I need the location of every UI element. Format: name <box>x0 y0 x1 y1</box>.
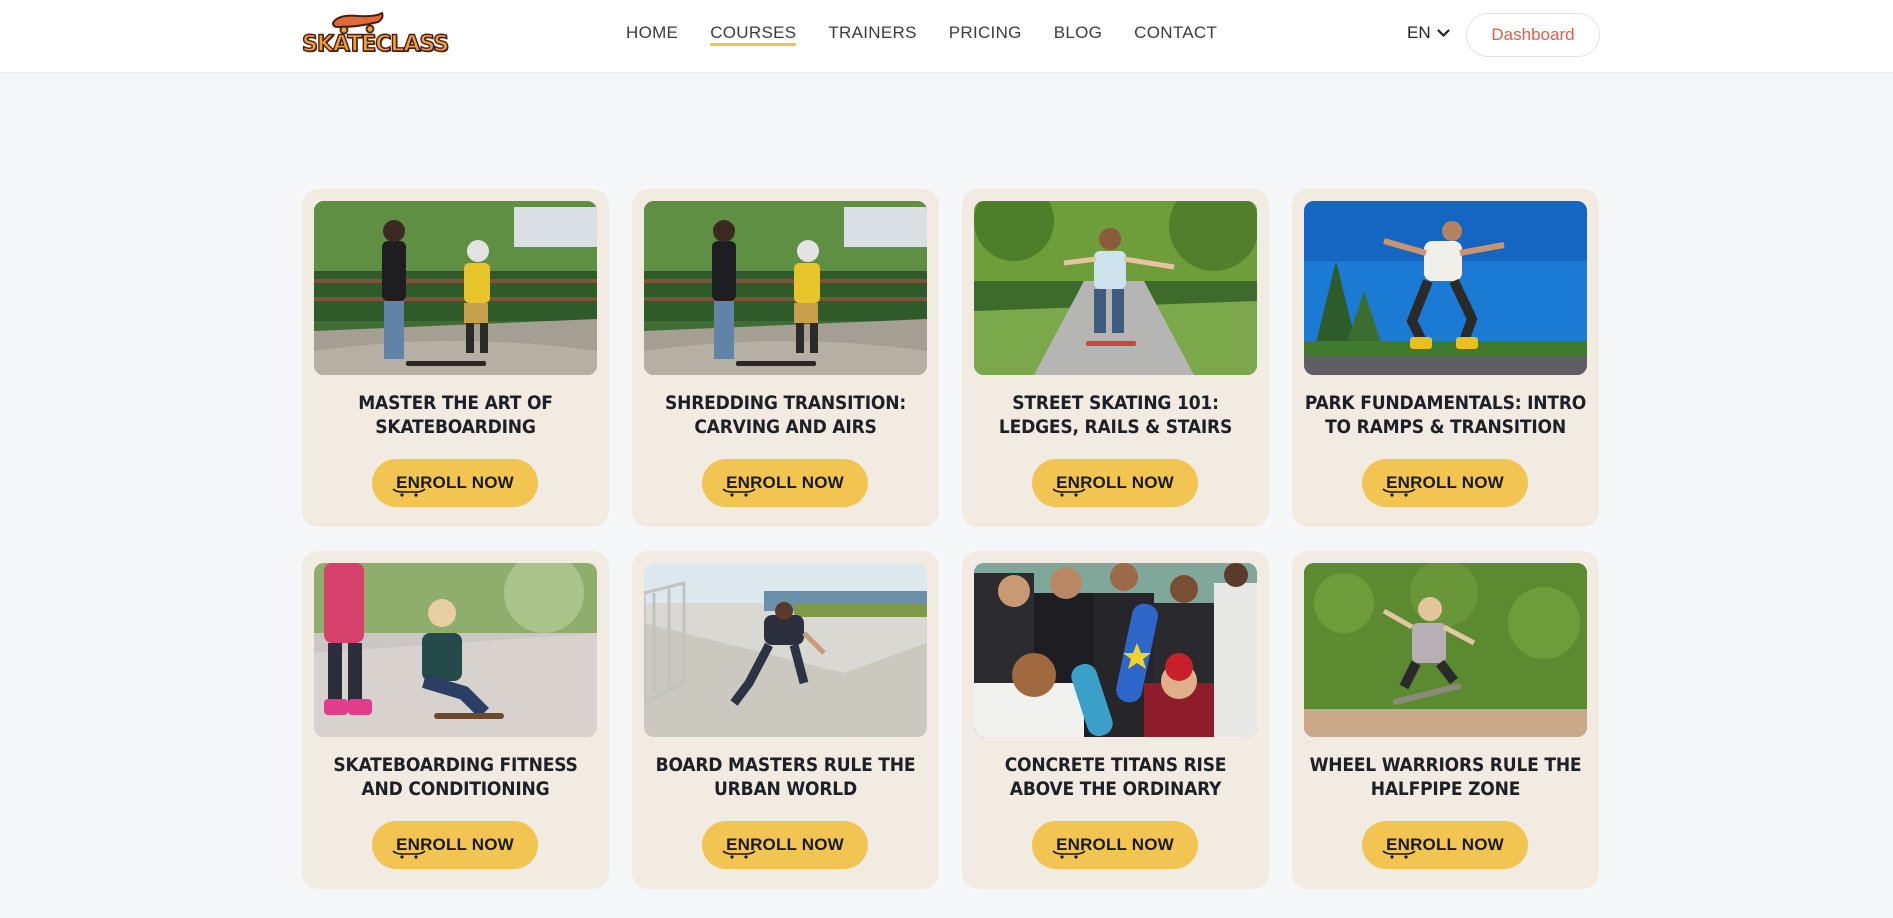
nav-home[interactable]: HOME <box>626 23 678 43</box>
course-card: WHEEL WARRIORS RULE THE HALFPIPE ZONE EN… <box>1292 551 1599 889</box>
language-selector[interactable]: EN <box>1407 23 1450 43</box>
skateboard-icon <box>392 488 426 497</box>
nav-pricing[interactable]: PRICING <box>949 23 1022 43</box>
course-image[interactable] <box>1304 563 1587 737</box>
nav-trainers[interactable]: TRAINERS <box>828 23 916 43</box>
language-label: EN <box>1407 23 1431 42</box>
course-card: SKATEBOARDING FITNESS AND CONDITIONING E… <box>302 551 609 889</box>
course-image[interactable] <box>974 201 1257 375</box>
course-image[interactable] <box>644 563 927 737</box>
skateboard-icon <box>722 488 756 497</box>
site-header: SKATECLASS HOME COURSES TRAINERS PRICING… <box>0 0 1893 73</box>
course-title: SHREDDING TRANSITION: CARVING AND AIRS <box>664 392 906 438</box>
skateboard-icon <box>1052 488 1086 497</box>
course-card: BOARD MASTERS RULE THE URBAN WORLD ENROL… <box>632 551 939 889</box>
skateboard-icon <box>722 850 756 859</box>
course-image[interactable] <box>974 563 1257 737</box>
enroll-now-button[interactable]: ENROLL NOW <box>702 821 868 869</box>
skateboard-icon <box>1382 850 1416 859</box>
course-image[interactable] <box>1304 201 1587 375</box>
course-card: SHREDDING TRANSITION: CARVING AND AIRS E… <box>632 189 939 527</box>
enroll-now-button[interactable]: ENROLL NOW <box>702 459 868 507</box>
skateboard-icon <box>392 850 426 859</box>
enroll-now-button[interactable]: ENROLL NOW <box>372 459 538 507</box>
main-nav: HOME COURSES TRAINERS PRICING BLOG CONTA… <box>626 23 1249 46</box>
enroll-now-button[interactable]: ENROLL NOW <box>1362 821 1528 869</box>
course-title: SKATEBOARDING FITNESS AND CONDITIONING <box>333 754 578 800</box>
course-card: CONCRETE TITANS RISE ABOVE THE ORDINARY … <box>962 551 1269 889</box>
course-image[interactable] <box>314 563 597 737</box>
chevron-down-icon <box>1437 28 1450 37</box>
logo-text: SKATECLASS <box>301 31 450 57</box>
nav-courses[interactable]: COURSES <box>710 23 797 46</box>
course-image[interactable] <box>644 201 927 375</box>
nav-blog[interactable]: BLOG <box>1054 23 1102 43</box>
course-title: CONCRETE TITANS RISE ABOVE THE ORDINARY <box>1004 754 1227 800</box>
course-title: WHEEL WARRIORS RULE THE HALFPIPE ZONE <box>1309 754 1582 800</box>
course-title: MASTER THE ART OF SKATEBOARDING <box>358 392 553 438</box>
skateboard-icon <box>1052 850 1086 859</box>
course-title: STREET SKATING 101: LEDGES, RAILS & STAI… <box>998 392 1233 438</box>
course-title: BOARD MASTERS RULE THE URBAN WORLD <box>655 754 916 800</box>
nav-contact[interactable]: CONTACT <box>1134 23 1217 43</box>
dashboard-button[interactable]: Dashboard <box>1466 13 1600 57</box>
course-image[interactable] <box>314 201 597 375</box>
course-card: STREET SKATING 101: LEDGES, RAILS & STAI… <box>962 189 1269 527</box>
course-card: PARK FUNDAMENTALS: INTRO TO RAMPS & TRAN… <box>1292 189 1599 527</box>
enroll-now-button[interactable]: ENROLL NOW <box>372 821 538 869</box>
skateboard-icon <box>1382 488 1416 497</box>
enroll-now-button[interactable]: ENROLL NOW <box>1362 459 1528 507</box>
enroll-now-button[interactable]: ENROLL NOW <box>1032 821 1198 869</box>
course-title: PARK FUNDAMENTALS: INTRO TO RAMPS & TRAN… <box>1304 392 1587 438</box>
course-grid: MASTER THE ART OF SKATEBOARDING ENROLL N… <box>302 189 1599 889</box>
skateclass-logo[interactable]: SKATECLASS <box>301 10 450 62</box>
enroll-now-button[interactable]: ENROLL NOW <box>1032 459 1198 507</box>
course-card: MASTER THE ART OF SKATEBOARDING ENROLL N… <box>302 189 609 527</box>
